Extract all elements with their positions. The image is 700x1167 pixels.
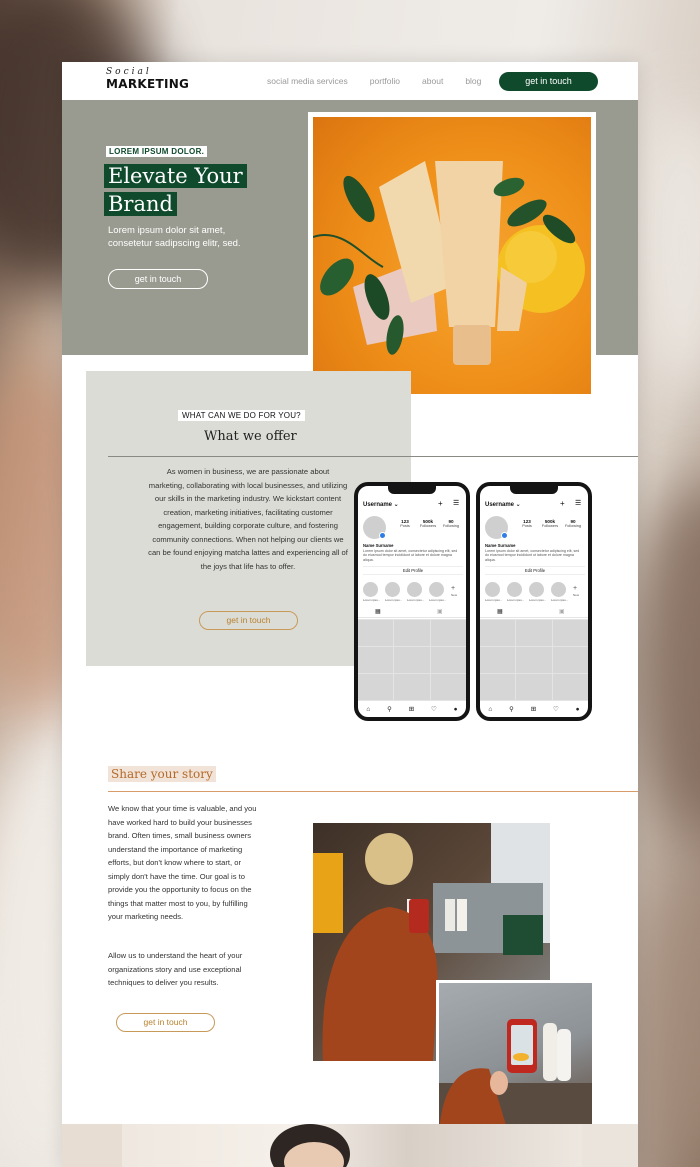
stat-posts: 123 Posts [400, 519, 410, 528]
search-icon: ⚲ [509, 706, 514, 713]
post-grid [358, 619, 466, 701]
photo-illustration [439, 1019, 592, 1135]
edit-profile-button: Edit Profile [485, 566, 585, 575]
post-grid [480, 619, 588, 701]
story-get-in-touch-button[interactable]: get in touch [116, 1013, 215, 1032]
offer-get-in-touch-button[interactable]: get in touch [199, 611, 298, 630]
add-story-icon [379, 532, 386, 539]
add-icon: + [438, 499, 443, 508]
hero-eyebrow: LOREM IPSUM DOLOR. [106, 146, 208, 157]
story-title: Share your story [108, 766, 216, 782]
background-blur-shape [640, 880, 700, 1160]
new-highlight: + New [451, 585, 458, 597]
story-highlight: Lorem ipsu... [429, 582, 447, 602]
profile-bio: Lorem ipsum dolor sit amet, consectetur … [485, 549, 580, 562]
profile-tabs: ▦ ▣ [480, 608, 588, 618]
next-section-photo [62, 1124, 638, 1167]
offer-eyebrow: WHAT CAN WE DO FOR YOU? [178, 410, 305, 421]
profile-stats: 123 Posts 500k Followers 90 Following [394, 519, 463, 528]
profile-bio: Lorem ipsum dolor sit amet, consectetur … [363, 549, 458, 562]
profile-stats: 123 Posts 500k Followers 90 Following [516, 519, 585, 528]
story-highlight: Lorem ipsu... [407, 582, 425, 602]
add-post-icon: ⊞ [408, 706, 415, 713]
product-photo-image [313, 117, 591, 394]
stat-posts: 123 Posts [522, 519, 532, 528]
hero-description: Lorem ipsum dolor sit amet, consetetur s… [108, 225, 241, 249]
stat-followers: 500k Followers [419, 519, 437, 528]
add-story-icon [501, 532, 508, 539]
stat-following: 90 Following [564, 519, 582, 528]
nav-link-portfolio[interactable]: portfolio [370, 76, 400, 86]
story-paragraph: Allow us to understand the heart of your… [108, 951, 243, 987]
bottom-nav-bar: ⌂ ⚲ ⊞ ♡ ● [358, 701, 466, 717]
new-highlight: + New [573, 585, 580, 597]
story-highlight: Lorem ipsu... [529, 582, 547, 602]
hero-get-in-touch-button[interactable]: get in touch [108, 269, 208, 289]
phone-photographing-products-photo [436, 980, 595, 1138]
logo[interactable]: Social MARKETING [106, 67, 190, 92]
heart-icon: ♡ [553, 706, 559, 713]
phone-notch [510, 486, 558, 494]
profile-name: Name Surname [363, 543, 394, 548]
profile-name: Name Surname [485, 543, 516, 548]
grid-icon: ▦ [375, 609, 381, 615]
site-header: Social MARKETING social media services p… [62, 62, 638, 100]
nav-link-social-media-services[interactable]: social media services [267, 76, 348, 86]
cosmetic-tubes-illustration [313, 161, 585, 365]
profile-username: Username ⌄ [363, 502, 399, 508]
photo-illustration [62, 1124, 638, 1167]
hero-title-line: Brand [104, 192, 177, 216]
add-post-icon: ⊞ [530, 706, 537, 713]
header-get-in-touch-button[interactable]: get in touch [499, 72, 598, 91]
divider [108, 456, 638, 457]
story-paragraph: We know that your time is valuable, and … [108, 804, 257, 921]
search-icon: ⚲ [387, 706, 392, 713]
menu-icon: ☰ [575, 500, 582, 507]
offer-body-text: As women in business, we are passionate … [148, 467, 348, 571]
story-highlight: Lorem ipsu... [485, 582, 503, 602]
hero-title-line: Elevate Your [104, 164, 247, 188]
stat-following: 90 Following [442, 519, 460, 528]
offer-title: What we offer [204, 429, 297, 444]
logo-script-text: Social [106, 67, 152, 77]
background-blur-shape [630, 480, 700, 840]
divider [108, 791, 638, 792]
tagged-icon: ▣ [559, 609, 565, 615]
background-blur-shape [640, 100, 700, 400]
main-navigation: social media services portfolio about bl… [267, 76, 503, 86]
hero-product-photo [308, 112, 596, 399]
add-icon: + [560, 499, 565, 508]
menu-icon: ☰ [453, 500, 460, 507]
instagram-phone-mockup: Username ⌄ + ☰ 123 Posts 500k Followers 90… [476, 482, 592, 721]
profile-tabs: ▦ ▣ [358, 608, 466, 618]
tagged-icon: ▣ [437, 609, 443, 615]
profile-icon: ● [575, 705, 580, 713]
hero-title: Elevate Your Brand [104, 164, 264, 220]
edit-profile-button: Edit Profile [363, 566, 463, 575]
instagram-phone-mockup: Username ⌄ + ☰ 123 Posts 500k Followers 90… [354, 482, 470, 721]
story-highlight: Lorem ipsu... [507, 582, 525, 602]
story-highlights: Lorem ipsu... Lorem ipsu... Lorem ipsu..… [485, 582, 588, 602]
home-icon: ⌂ [366, 705, 371, 713]
logo-main-text: MARKETING [106, 77, 190, 91]
story-highlights: Lorem ipsu... Lorem ipsu... Lorem ipsu..… [363, 582, 466, 602]
story-highlight: Lorem ipsu... [385, 582, 403, 602]
bottom-nav-bar: ⌂ ⚲ ⊞ ♡ ● [480, 701, 588, 717]
nav-link-about[interactable]: about [422, 76, 443, 86]
story-highlight: Lorem ipsu... [363, 582, 381, 602]
phone-notch [388, 486, 436, 494]
grid-icon: ▦ [497, 609, 503, 615]
story-highlight: Lorem ipsu... [551, 582, 569, 602]
stat-followers: 500k Followers [541, 519, 559, 528]
heart-icon: ♡ [431, 706, 437, 713]
home-icon: ⌂ [488, 705, 493, 713]
nav-link-blog[interactable]: blog [465, 76, 481, 86]
profile-username: Username ⌄ [485, 502, 521, 508]
website-mockup: Social MARKETING social media services p… [62, 62, 638, 1167]
profile-icon: ● [453, 705, 458, 713]
